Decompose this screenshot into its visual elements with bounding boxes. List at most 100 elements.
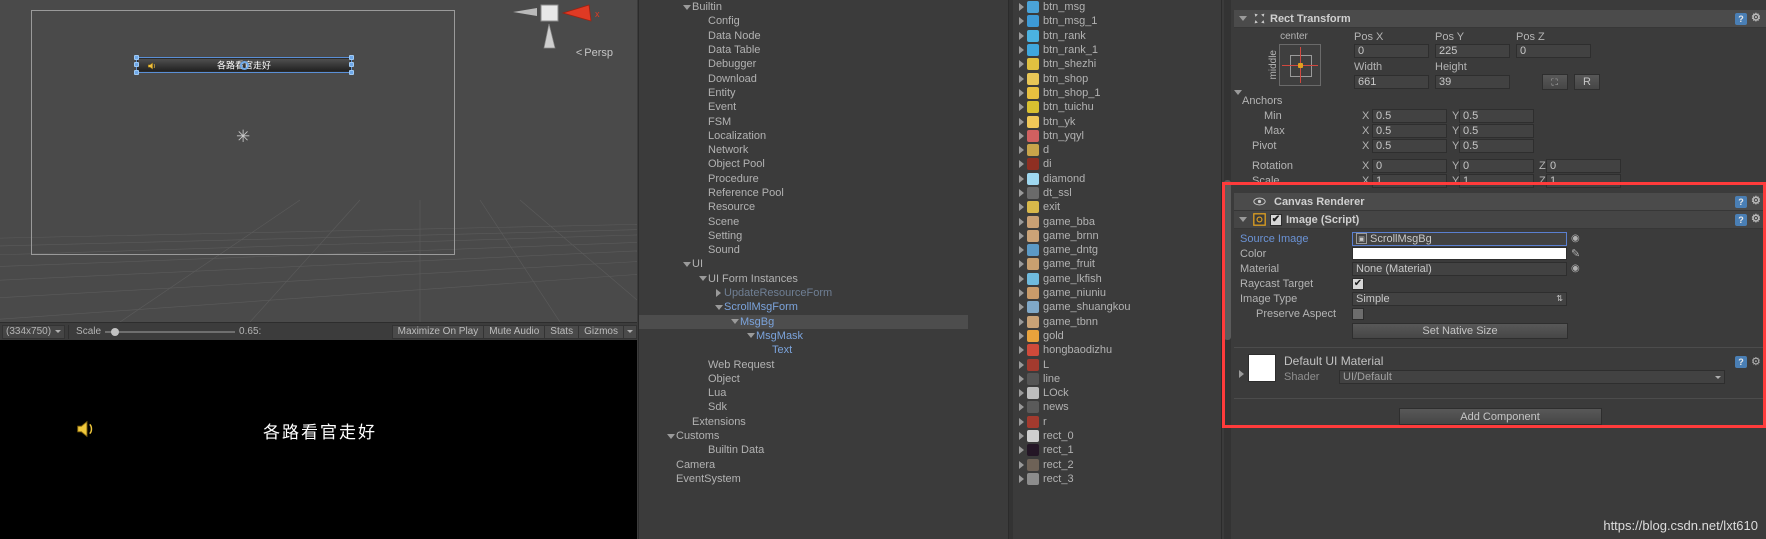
asset-list-item[interactable]: btn_shezhi	[1009, 57, 1220, 71]
hierarchy-item[interactable]: Extensions	[639, 415, 968, 429]
blueprint-mode-button[interactable]: ⛶	[1542, 74, 1568, 90]
image-script-header[interactable]: ✔ Image (Script) ? ⚙	[1234, 211, 1766, 229]
hierarchy-item[interactable]: FSM	[639, 114, 968, 128]
scale-slider-knob[interactable]	[111, 327, 120, 336]
hierarchy-item[interactable]: Setting	[639, 229, 968, 243]
hierarchy-item[interactable]: Config	[639, 14, 968, 28]
scale-slider[interactable]	[105, 326, 236, 338]
hierarchy-item[interactable]: Entity	[639, 86, 968, 100]
aspect-ratio-dropdown[interactable]: (334x750)	[2, 324, 66, 339]
foldout-arrow-icon[interactable]	[1237, 217, 1249, 222]
raycast-target-checkbox[interactable]: ✔	[1352, 277, 1364, 290]
asset-list-item[interactable]: diamond	[1009, 172, 1220, 186]
foldout-closed-icon[interactable]	[1019, 74, 1024, 83]
hierarchy-item[interactable]: Resource	[639, 200, 968, 214]
mute-audio-toggle[interactable]: Mute Audio	[483, 324, 546, 339]
hierarchy-item[interactable]: Text	[639, 343, 968, 357]
pivot-x-field[interactable]: 0.5	[1372, 138, 1447, 153]
foldout-open-icon[interactable]	[745, 333, 756, 339]
hierarchy-item[interactable]: Camera	[639, 458, 968, 472]
asset-list-item[interactable]: d	[1009, 143, 1220, 157]
asset-list-item[interactable]: btn_tuichu	[1009, 100, 1220, 114]
gear-icon[interactable]: ⚙	[1751, 214, 1762, 225]
hierarchy-item[interactable]: Customs	[639, 429, 968, 443]
hierarchy-item[interactable]: MsgBg	[639, 314, 968, 329]
anchor-max-y-field[interactable]: 0.5	[1459, 123, 1534, 138]
anchors-foldout[interactable]: Anchors	[1234, 89, 1766, 108]
asset-list-item[interactable]: game_dntg	[1009, 243, 1220, 257]
hierarchy-item[interactable]: Localization	[639, 129, 968, 143]
asset-list-item[interactable]: exit	[1009, 200, 1220, 214]
hierarchy-item[interactable]: Procedure	[639, 172, 968, 186]
foldout-arrow-icon[interactable]	[1234, 354, 1248, 378]
pos-x-field[interactable]: 0	[1354, 44, 1429, 58]
foldout-closed-icon[interactable]	[1019, 274, 1024, 283]
hierarchy-item[interactable]: Object Pool	[639, 157, 968, 171]
foldout-closed-icon[interactable]	[1019, 460, 1024, 469]
foldout-open-icon[interactable]	[729, 319, 740, 325]
asset-list-item[interactable]: btn_shop_1	[1009, 86, 1220, 100]
hierarchy-item[interactable]: Builtin	[639, 0, 968, 14]
inspector-scrollbar-thumb[interactable]	[1224, 180, 1231, 340]
hierarchy-item[interactable]: Scene	[639, 214, 968, 228]
anchor-min-x-field[interactable]: 0.5	[1372, 108, 1447, 123]
width-field[interactable]: 661	[1354, 75, 1429, 89]
asset-list-item[interactable]: rect_3	[1009, 472, 1220, 486]
shader-dropdown[interactable]: UI/Default	[1339, 370, 1725, 384]
asset-list-item[interactable]: L	[1009, 357, 1220, 371]
gizmos-dropdown[interactable]: Gizmos	[578, 324, 624, 339]
asset-list-item[interactable]: rect_2	[1009, 458, 1220, 472]
foldout-closed-icon[interactable]	[1019, 417, 1024, 426]
asset-list-item[interactable]: rect_1	[1009, 443, 1220, 457]
resize-handle-middle-right[interactable]	[349, 62, 354, 67]
gizmos-chevron-button[interactable]	[623, 324, 637, 339]
asset-list-item[interactable]: r	[1009, 415, 1220, 429]
maximize-on-play-toggle[interactable]: Maximize On Play	[391, 324, 485, 339]
foldout-open-icon[interactable]	[713, 304, 724, 310]
hierarchy-item[interactable]: Debugger	[639, 57, 968, 71]
gear-icon[interactable]: ⚙	[1751, 196, 1762, 207]
scale-y-field[interactable]: 1	[1459, 173, 1534, 188]
asset-list-item[interactable]: line	[1009, 372, 1220, 386]
height-field[interactable]: 39	[1435, 75, 1510, 89]
asset-list-item[interactable]: btn_yqyl	[1009, 129, 1220, 143]
asset-list-item[interactable]: game_shuangkou	[1009, 300, 1220, 314]
anchor-max-x-field[interactable]: 0.5	[1372, 123, 1447, 138]
color-swatch-field[interactable]	[1352, 247, 1567, 260]
hierarchy-item[interactable]: EventSystem	[639, 472, 968, 486]
image-type-dropdown[interactable]: Simple ⇅	[1352, 291, 1567, 306]
hierarchy-item[interactable]: Event	[639, 100, 968, 114]
foldout-closed-icon[interactable]	[1019, 117, 1024, 126]
hierarchy-item[interactable]: Network	[639, 143, 968, 157]
game-view[interactable]: 各路看官走好	[0, 340, 637, 539]
foldout-closed-icon[interactable]	[1019, 231, 1024, 240]
foldout-closed-icon[interactable]	[713, 289, 724, 298]
scale-x-field[interactable]: 1	[1372, 173, 1447, 188]
foldout-closed-icon[interactable]	[1019, 88, 1024, 97]
hierarchy-item[interactable]: Data Node	[639, 29, 968, 43]
anchor-min-y-field[interactable]: 0.5	[1459, 108, 1534, 123]
hierarchy-item[interactable]: Object	[639, 372, 968, 386]
material-field[interactable]: None (Material)	[1352, 261, 1567, 276]
help-icon[interactable]: ?	[1735, 195, 1747, 208]
resize-handle-middle-left[interactable]	[134, 62, 139, 67]
foldout-closed-icon[interactable]	[1019, 303, 1024, 312]
gear-icon[interactable]: ⚙	[1751, 13, 1762, 24]
asset-list-item[interactable]: di	[1009, 157, 1220, 171]
source-image-field[interactable]: ▣ ScrollMsgBg	[1352, 231, 1567, 246]
selected-msgbg-rect[interactable]: 各路看官走好	[134, 55, 354, 75]
inspector-panel[interactable]: Rect Transform ? ⚙ center middle Pos X P…	[1221, 0, 1766, 539]
hierarchy-item[interactable]: UI Form Instances	[639, 272, 968, 286]
asset-list-item[interactable]: rect_0	[1009, 429, 1220, 443]
game-view-toolbar[interactable]: (334x750) Scale 0.65: Maximize On Play M…	[0, 322, 637, 340]
foldout-closed-icon[interactable]	[1019, 60, 1024, 69]
object-picker-icon[interactable]: ◉	[1571, 233, 1580, 244]
hierarchy-item[interactable]: Sound	[639, 243, 968, 257]
asset-list-item[interactable]: btn_rank	[1009, 29, 1220, 43]
foldout-closed-icon[interactable]	[1019, 217, 1024, 226]
hierarchy-item[interactable]: Web Request	[639, 357, 968, 371]
foldout-closed-icon[interactable]	[1019, 189, 1024, 197]
foldout-open-icon[interactable]	[681, 4, 692, 10]
asset-list-item[interactable]: game_tbnn	[1009, 315, 1220, 329]
hierarchy-item[interactable]: Lua	[639, 386, 968, 400]
